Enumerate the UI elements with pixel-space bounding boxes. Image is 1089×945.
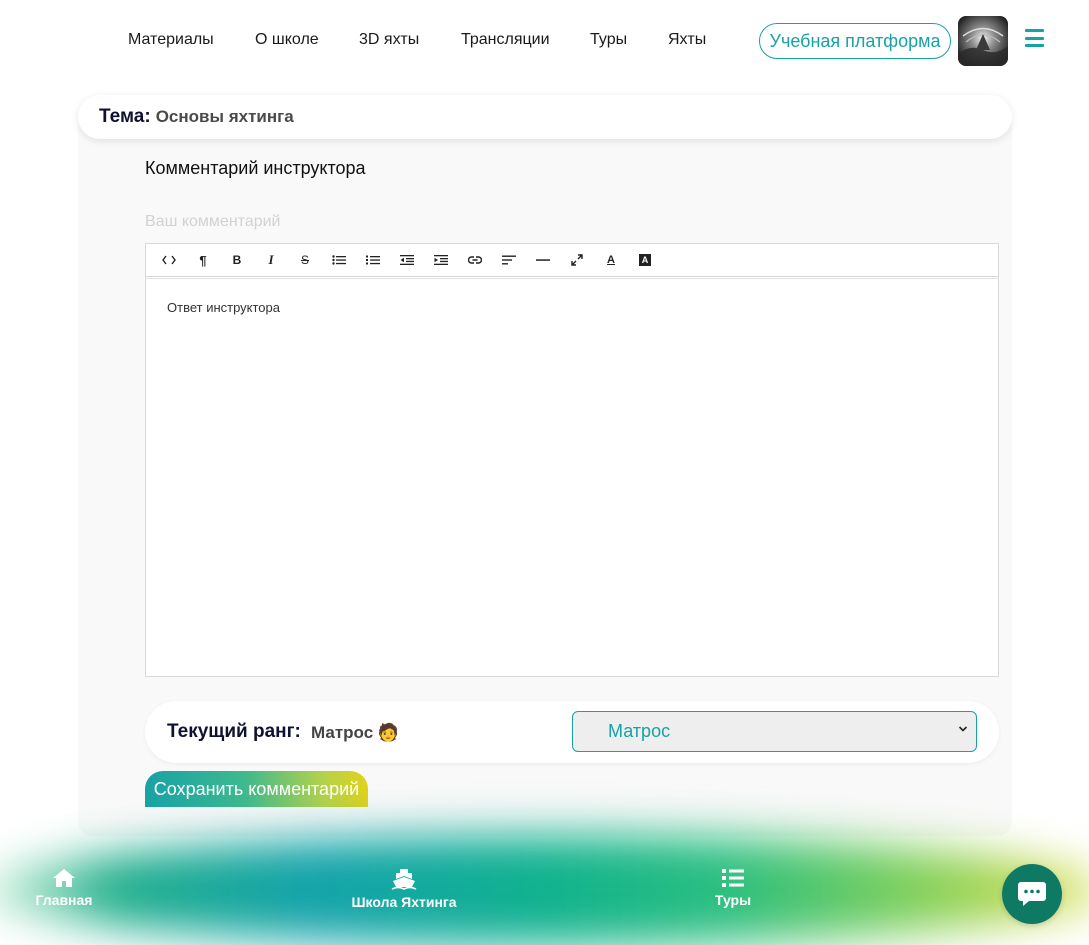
section-title: Комментарий инструктора <box>145 158 366 178</box>
home-icon <box>53 869 75 887</box>
unordered-list-icon[interactable] <box>322 244 356 277</box>
bold-icon[interactable]: B <box>220 244 254 277</box>
font-color-icon[interactable]: A <box>594 244 628 277</box>
nav-link-about[interactable]: О школе <box>255 31 319 49</box>
topic-value: Основы яхтинга <box>155 107 294 126</box>
background-color-icon[interactable]: A <box>628 244 662 277</box>
bottom-nav-tours-label: Туры <box>714 892 752 908</box>
nav-link-yachts[interactable]: Яхты <box>668 31 706 49</box>
italic-icon[interactable]: I <box>254 244 288 277</box>
save-comment-button[interactable]: Сохранить комментарий <box>145 771 368 807</box>
rank-select-value: Матрос <box>608 721 671 741</box>
nav-link-tours[interactable]: Туры <box>590 31 627 49</box>
chevron-down-icon <box>958 726 968 732</box>
paragraph-icon[interactable]: ¶ <box>186 244 220 277</box>
learning-platform-button[interactable]: Учебная платформа <box>759 23 951 59</box>
outdent-icon[interactable] <box>390 244 424 277</box>
editor-content-area[interactable]: Ответ инструктора <box>146 278 998 676</box>
comment-hint: Ваш комментарий <box>145 213 281 230</box>
fullscreen-icon[interactable] <box>560 244 594 277</box>
nav-link-3d-yachts[interactable]: 3D яхты <box>359 31 419 49</box>
indent-icon[interactable] <box>424 244 458 277</box>
list-icon <box>722 869 744 887</box>
nav-link-materials[interactable]: Материалы <box>128 31 214 49</box>
hamburger-menu-icon[interactable] <box>1025 29 1044 47</box>
nav-link-broadcasts[interactable]: Трансляции <box>461 31 550 49</box>
bottom-nav-home[interactable]: Главная <box>35 868 93 908</box>
align-icon[interactable] <box>492 244 526 277</box>
bottom-nav-yacht-school-label: Школа Яхтинга <box>351 894 457 910</box>
editor-toolbar: ¶ B I S A A <box>146 244 998 277</box>
horizontal-rule-icon[interactable] <box>526 244 560 277</box>
rich-text-editor: ¶ B I S A A Ответ инструктора <box>145 243 999 677</box>
rank-label: Текущий ранг: <box>167 721 301 742</box>
strikethrough-icon[interactable]: S <box>288 244 322 277</box>
bottom-navigation: Главная Школа Яхтинга Туры <box>0 850 1089 930</box>
rank-value: Матрос 🧑 <box>311 723 400 742</box>
rank-select[interactable]: Матрос <box>572 711 977 752</box>
chat-icon <box>1018 882 1046 906</box>
topic-bar: Тема: Основы яхтинга <box>78 95 1012 139</box>
avatar[interactable] <box>958 16 1008 66</box>
bottom-nav-yacht-school[interactable]: Школа Яхтинга <box>348 868 460 910</box>
link-icon[interactable] <box>458 244 492 277</box>
topic-label: Тема: <box>99 106 151 127</box>
code-view-icon[interactable] <box>152 244 186 277</box>
ordered-list-icon[interactable] <box>356 244 390 277</box>
ship-icon <box>391 869 417 890</box>
bottom-nav-home-label: Главная <box>35 892 93 908</box>
rank-bar: Текущий ранг: Матрос 🧑 Матрос <box>145 701 999 763</box>
top-navigation: Материалы О школе 3D яхты Трансляции Тур… <box>0 0 1089 82</box>
chat-button[interactable] <box>1002 864 1062 924</box>
bottom-nav-tours[interactable]: Туры <box>714 868 752 908</box>
